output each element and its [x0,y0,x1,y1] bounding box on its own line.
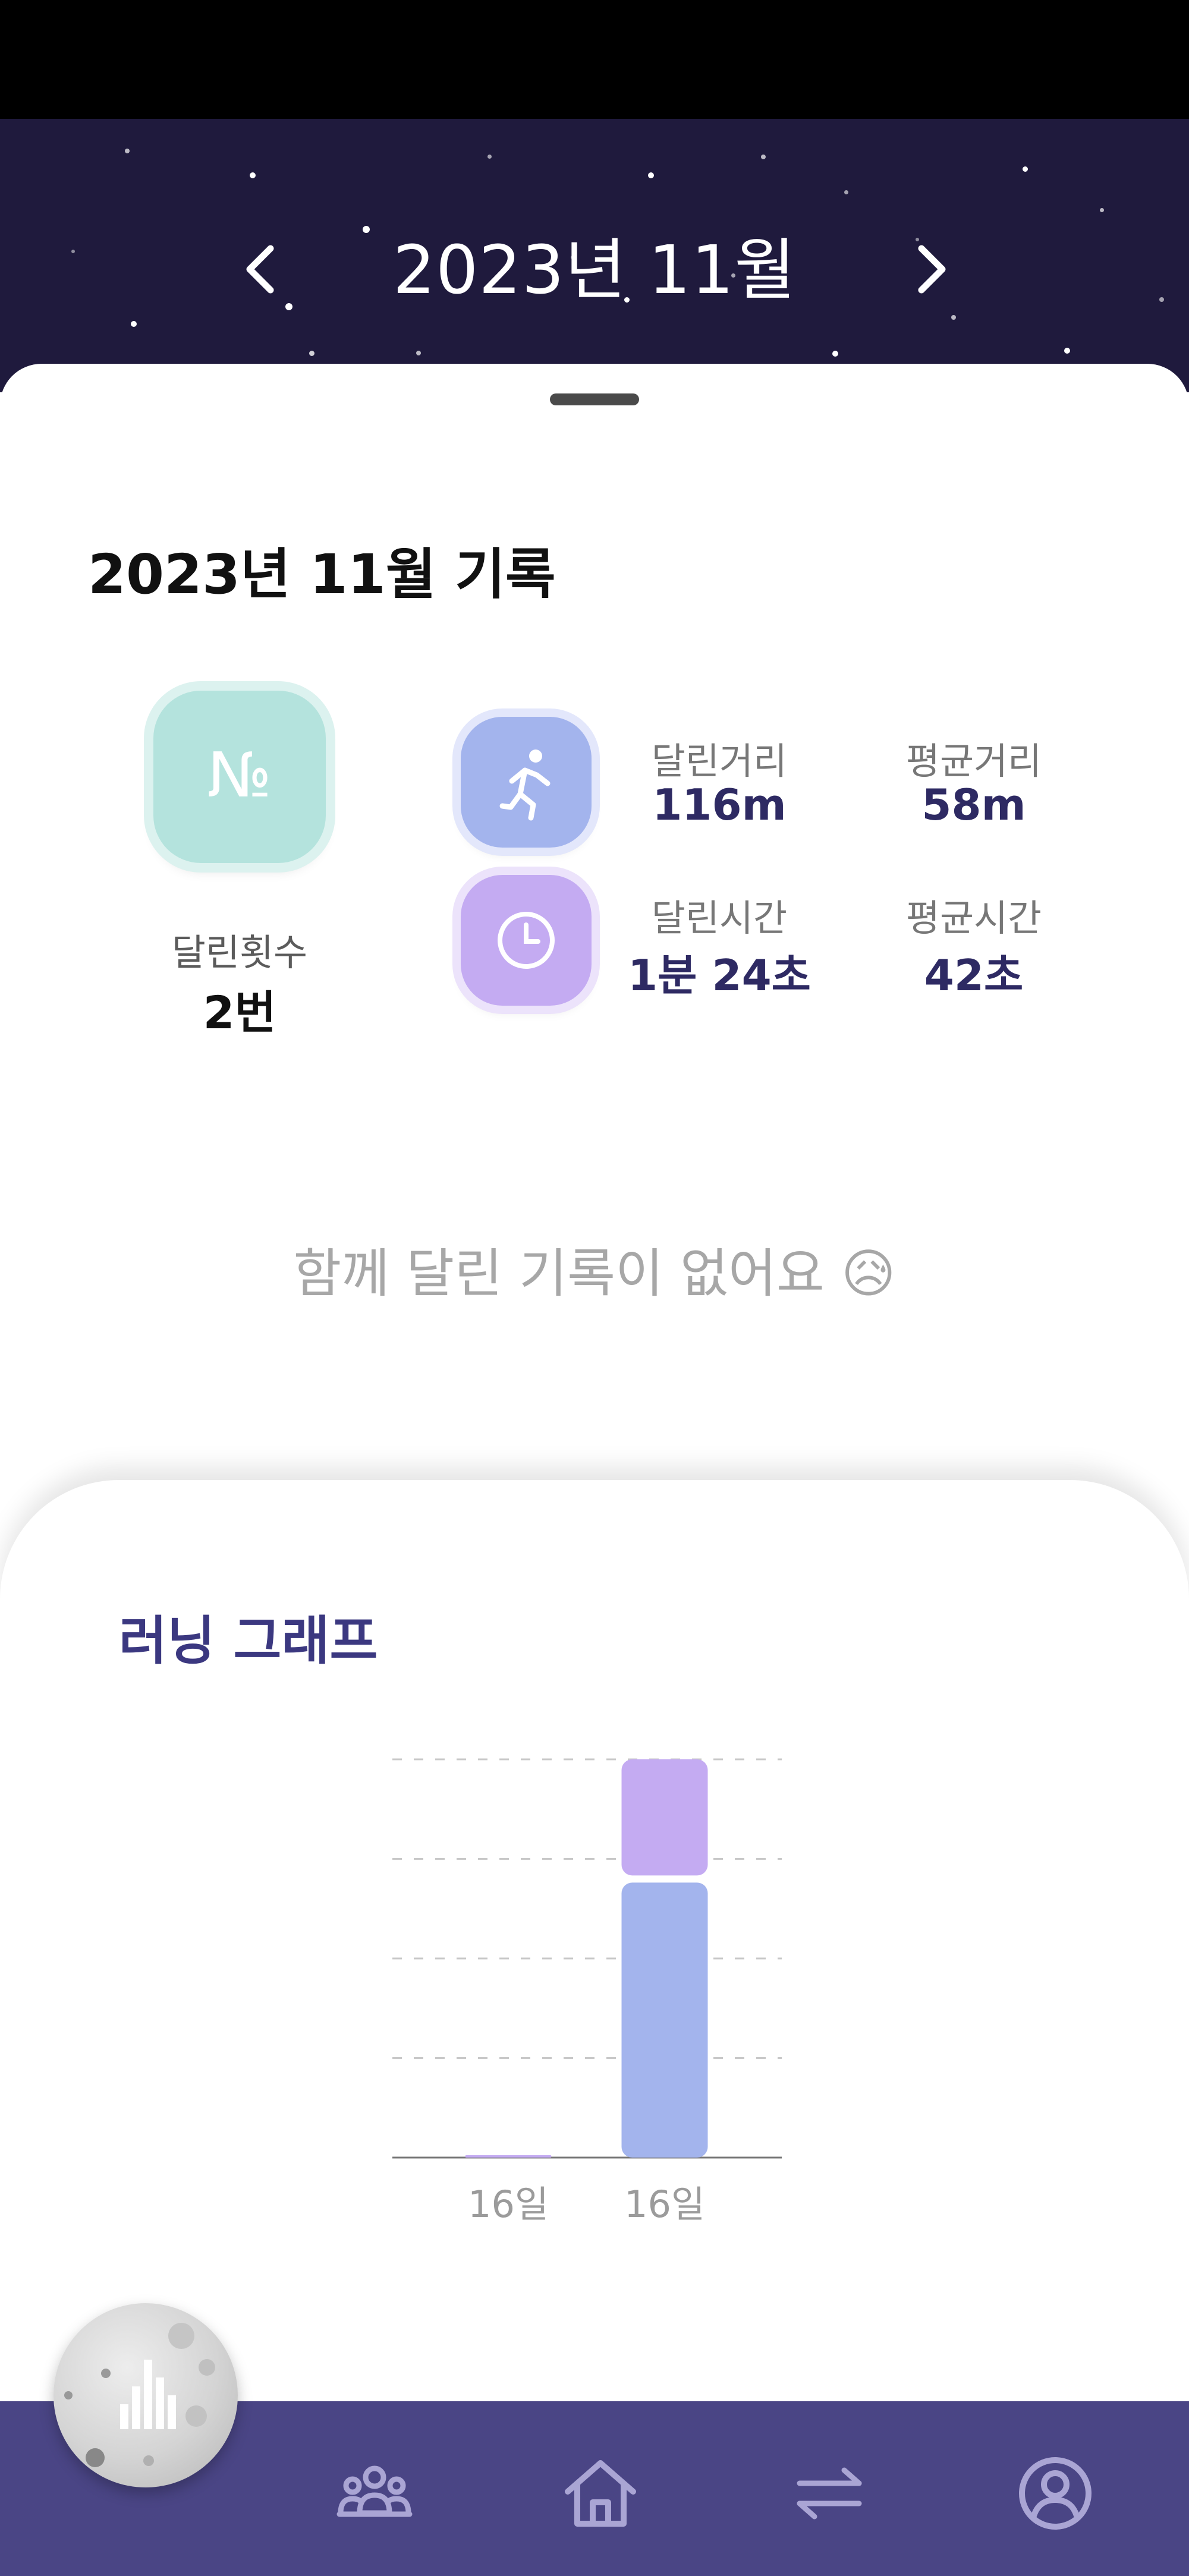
status-bar [0,0,1189,119]
running-bar-chart: 16일 16일 [392,1758,782,2226]
month-title: 2023년 11월 [392,232,797,309]
x-tick-label: 16일 [468,2183,549,2226]
chevron-right-icon[interactable] [904,240,957,299]
record-title: 2023년 11월 기록 [88,543,556,606]
running-graph-card: 러닝 그래프 16일 16일 [0,1480,1189,2407]
bar-segment [621,1759,708,1876]
bar-segment [621,1882,708,2158]
together-empty-message: 함께 달린 기록이 없어요 😥 [293,1243,896,1304]
profile-icon[interactable] [1011,2449,1100,2538]
time-label: 달린시간 [651,896,788,940]
avg-time-label: 평균시간 [905,896,1042,940]
run-count-value: 2번 [203,986,276,1039]
distance-label: 달린거리 [651,739,788,783]
avg-distance-label: 평균거리 [905,739,1042,783]
avg-time-value: 42초 [924,950,1024,1000]
night-sky-header: 2023년 11월 [0,119,1189,392]
svg-text:№: № [207,739,272,811]
distance-value: 116m [652,780,787,830]
group-icon[interactable] [330,2449,419,2538]
record-sheet: 2023년 11월 기록 № 달린횟수 2번 달린거리 116m 평균거리 58… [0,364,1189,1493]
moon-bar-chart-icon[interactable] [54,2303,238,2487]
drag-handle[interactable] [550,393,639,405]
clock-icon [461,875,592,1006]
number-sign-icon: № [153,691,326,863]
bar-segment [465,2155,552,2158]
runner-icon [461,717,592,848]
swap-arrows-icon[interactable] [785,2449,874,2538]
avg-distance-value: 58m [921,780,1026,830]
x-tick-label: 16일 [624,2183,705,2226]
run-count-label: 달린횟수 [171,931,308,974]
home-icon[interactable] [556,2449,645,2538]
time-value: 1분 24초 [628,950,811,1000]
